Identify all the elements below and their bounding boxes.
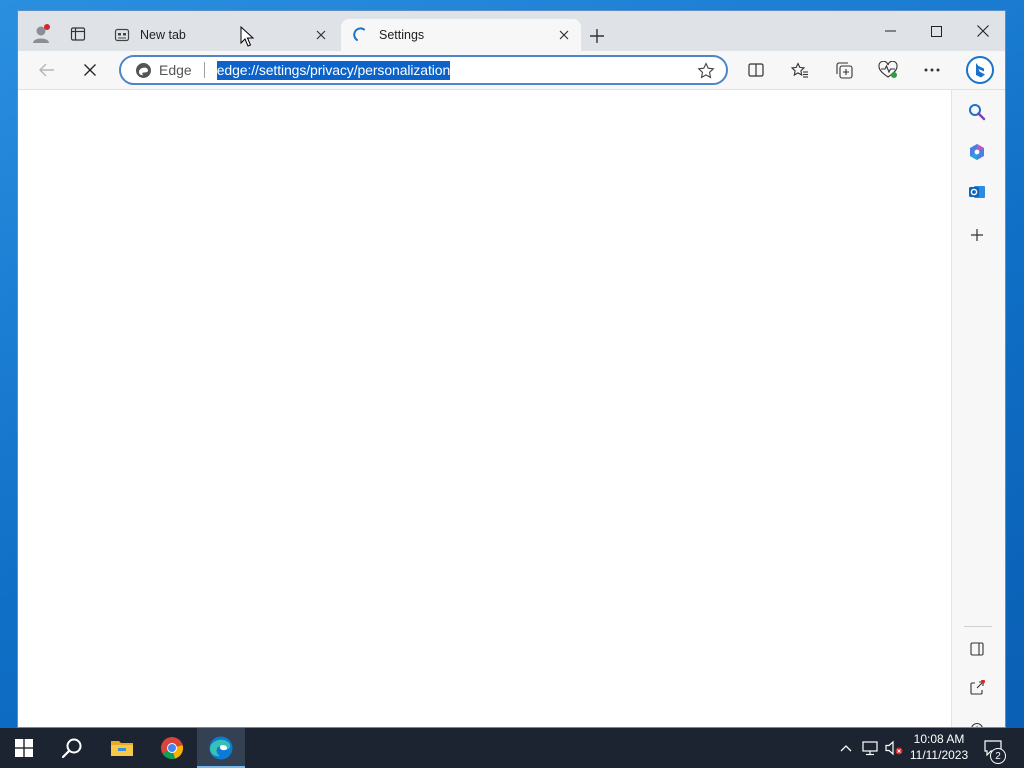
address-divider [203, 62, 205, 78]
chrome-button[interactable] [148, 728, 196, 768]
chrome-icon [161, 737, 184, 760]
close-tab-icon[interactable] [312, 26, 330, 44]
tab-title: New tab [140, 28, 186, 42]
notification-count-badge: 2 [990, 748, 1006, 764]
network-button[interactable] [860, 738, 880, 758]
hide-sidebar-icon [970, 642, 984, 656]
volume-muted-icon [885, 740, 903, 756]
browser-essentials-button[interactable] [873, 55, 903, 85]
loading-spinner-icon [353, 27, 369, 43]
start-button[interactable] [0, 728, 48, 768]
taskbar-search-button[interactable] [48, 728, 96, 768]
edge-icon [209, 736, 233, 760]
edge-logo-icon [136, 62, 151, 78]
edge-label: Edge [159, 62, 192, 78]
sidebar-outlook-button[interactable] [962, 177, 992, 207]
close-icon [976, 25, 989, 37]
edge-sidebar [951, 90, 1005, 727]
close-tab-icon[interactable] [555, 26, 573, 44]
sidebar-add-button[interactable] [962, 220, 992, 250]
edge-browser-window: New tab Settings Edge edge://settings/pr… [17, 10, 1006, 728]
page-content [18, 90, 951, 727]
site-identity[interactable]: Edge [135, 62, 192, 79]
search-icon [61, 738, 82, 759]
profile-avatar-icon [33, 24, 50, 43]
show-hidden-icons-button[interactable] [836, 738, 856, 758]
favorites-icon [791, 62, 808, 78]
tab-title: Settings [379, 28, 425, 42]
minimize-icon [885, 30, 896, 32]
back-arrow-icon [39, 63, 54, 77]
split-screen-icon [748, 63, 764, 77]
search-icon [969, 104, 986, 121]
network-icon [862, 741, 878, 756]
clock-date: 11/11/2023 [909, 748, 969, 762]
collections-button[interactable] [829, 55, 859, 85]
new-tab-page-icon [114, 27, 130, 43]
tab-settings[interactable]: Settings [341, 19, 581, 51]
system-clock[interactable]: 10:08 AM 11/11/2023 [902, 731, 976, 763]
collections-icon [835, 61, 853, 79]
external-link-icon [970, 680, 985, 695]
tab-new-tab[interactable]: New tab [102, 19, 338, 51]
start-icon [15, 739, 33, 757]
new-tab-button[interactable] [584, 23, 610, 49]
address-bar[interactable]: Edge edge://settings/privacy/personaliza… [119, 55, 728, 85]
stop-loading-button[interactable] [75, 55, 105, 85]
hide-sidebar-button[interactable] [962, 634, 992, 664]
bing-chat-icon [966, 56, 994, 84]
maximize-icon [931, 25, 942, 37]
minimize-button[interactable] [868, 13, 913, 49]
back-button[interactable] [32, 55, 62, 85]
bing-chat-button[interactable] [965, 55, 995, 85]
windows-taskbar: 10:08 AM 11/11/2023 2 [0, 728, 1024, 768]
sidebar-search-button[interactable] [962, 97, 992, 127]
profile-button[interactable] [26, 19, 56, 49]
split-screen-button[interactable] [741, 55, 771, 85]
url-text-selected[interactable]: edge://settings/privacy/personalization [216, 60, 450, 80]
close-window-button[interactable] [960, 13, 1005, 49]
title-bar: New tab Settings [18, 11, 1005, 51]
copilot-icon [970, 144, 984, 160]
sidebar-settings-button[interactable] [962, 714, 992, 727]
volume-button[interactable] [884, 738, 904, 758]
star-icon [697, 62, 715, 79]
file-explorer-button[interactable] [98, 728, 146, 768]
add-favorite-button[interactable] [696, 61, 716, 81]
mouse-cursor-icon [240, 26, 254, 47]
chevron-up-icon [840, 745, 852, 752]
file-explorer-icon [111, 741, 133, 756]
browser-essentials-icon [878, 61, 898, 78]
open-external-button[interactable] [962, 673, 992, 703]
add-icon [971, 229, 983, 241]
sidebar-copilot-button[interactable] [962, 137, 992, 167]
more-menu-icon [924, 68, 940, 72]
maximize-button[interactable] [914, 13, 959, 49]
stop-loading-icon [84, 64, 96, 76]
settings-gear-icon [971, 722, 983, 727]
tab-actions-button[interactable] [63, 19, 93, 49]
favorites-button[interactable] [785, 55, 815, 85]
tab-actions-icon [70, 27, 86, 41]
plus-icon [590, 29, 604, 43]
settings-and-more-button[interactable] [917, 55, 947, 85]
edge-taskbar-button[interactable] [197, 728, 245, 768]
sidebar-divider [964, 626, 992, 627]
navigation-toolbar: Edge edge://settings/privacy/personaliza… [18, 51, 1005, 90]
clock-time: 10:08 AM [913, 732, 965, 746]
outlook-icon [969, 186, 985, 198]
